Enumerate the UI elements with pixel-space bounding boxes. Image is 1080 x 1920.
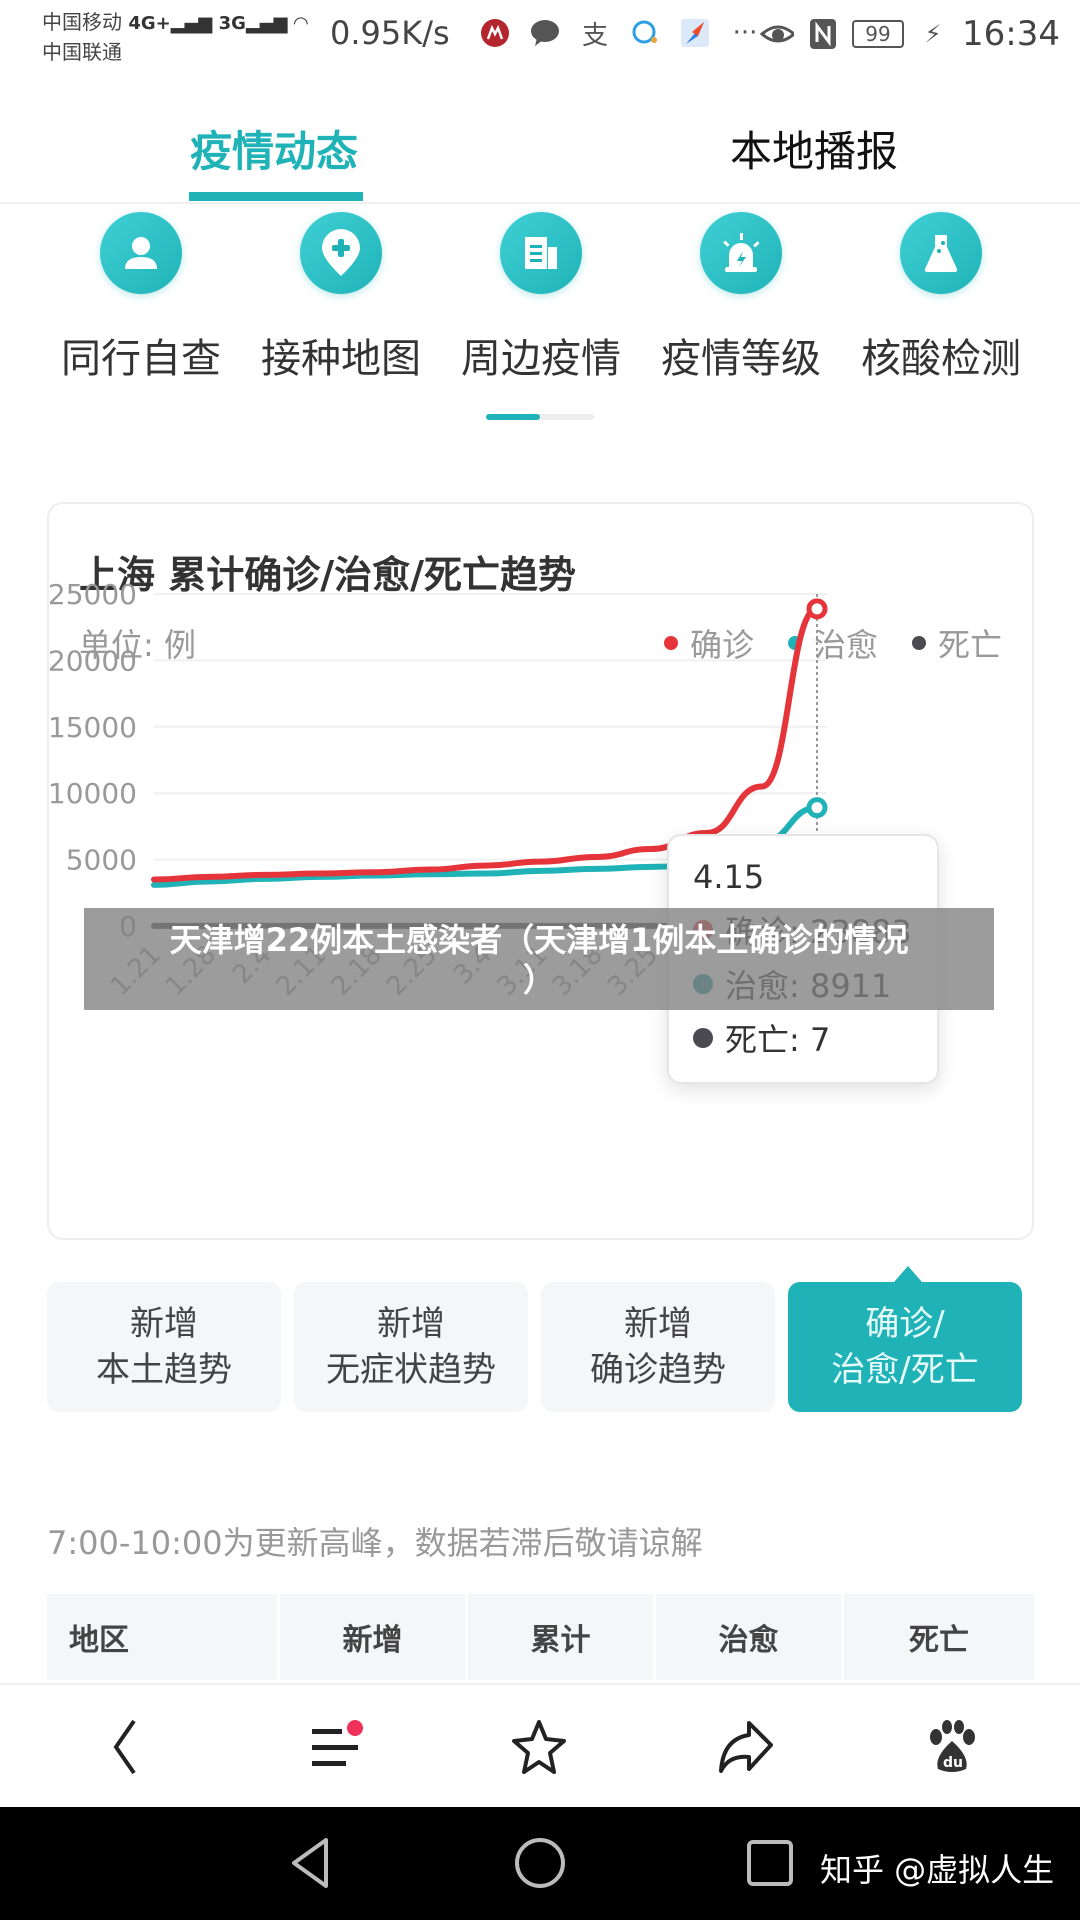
switch-confirmed-cured-death[interactable]: 确诊/ 治愈/死亡 [788,1282,1022,1412]
highlight-point [806,598,828,620]
star-icon [512,1720,566,1774]
favorite-button[interactable] [507,1715,571,1779]
trend-chart-card: 上海 累计确诊/治愈/死亡趋势 单位: 例 确诊 治愈 死亡 050001000… [47,502,1034,1240]
flask-icon [900,212,982,294]
highlight-point [806,797,828,819]
active-tab-indicator [189,192,363,201]
quick-action-travel-check[interactable]: 同行自查 [41,212,241,384]
y-tick-label: 5000 [66,844,137,877]
baidu-button[interactable]: du [920,1715,984,1779]
nfc-icon [806,17,840,51]
carrier-info: 中国移动 4G+▂▄▆ 3G▂▄▆ ◠ 中国联通 [42,8,308,66]
update-notice: 7:00-10:00为更新高峰，数据若滞后敬请谅解 [47,1524,703,1562]
switch-new-asymptomatic-trend[interactable]: 新增 无症状趋势 [294,1282,528,1412]
tooltip-row-death: 死亡: 7 [693,1018,913,1059]
column-header-region[interactable]: 地区 [47,1594,277,1680]
eye-comfort-icon [760,17,794,51]
column-header-cured[interactable]: 治愈 [656,1594,841,1680]
system-navigation-bar: 知乎 @虚拟人生 [0,1807,1080,1920]
charging-icon: ⚡ [924,20,942,48]
quick-action-label: 周边疫情 [461,336,621,382]
signal-3g-icon: 3G [218,13,246,34]
square-recents-icon [747,1840,793,1886]
status-bar: 中国移动 4G+▂▄▆ 3G▂▄▆ ◠ 中国联通 0.95K/s 支 ··· 9… [0,0,1080,74]
building-icon [500,212,582,294]
quick-action-label: 疫情等级 [661,336,821,382]
quick-action-label: 接种地图 [261,336,421,382]
map-pin-plus-icon [300,212,382,294]
quick-action-vaccine-map[interactable]: 接种地图 [241,212,441,384]
chat-bubble-icon [528,16,562,50]
system-recents-button[interactable] [738,1831,802,1895]
more-dots-icon: ··· [732,18,758,48]
back-icon [113,1719,136,1775]
signal-bars-icon: ▂▄▆ [170,13,213,34]
quick-action-label: 同行自查 [61,336,221,382]
battery-level: 99 [852,20,904,48]
back-button[interactable] [92,1715,156,1779]
alipay-icon: 支 [581,20,608,51]
triangle-back-icon [292,1838,328,1888]
quick-action-nearby-cases[interactable]: 周边疫情 [441,212,641,384]
switch-new-local-trend[interactable]: 新增 本土趋势 [47,1282,281,1412]
active-switch-caret [894,1266,922,1282]
quick-action-risk-level[interactable]: 疫情等级 [641,212,841,384]
column-header-new[interactable]: 新增 [280,1594,465,1680]
message-icon [628,16,662,50]
svg-text:du: du [943,1755,963,1771]
quick-action-label: 核酸检测 [861,336,1021,382]
page-indicator-active [486,414,540,420]
notification-badge [347,1720,363,1736]
y-tick-label: 20000 [49,644,137,677]
baidu-paw-icon: du [930,1720,975,1772]
tooltip-label: 死亡: 7 [725,1021,831,1059]
notification-icons: 支 ··· [478,16,762,51]
system-home-button[interactable] [508,1831,572,1895]
clock: 16:34 [962,14,1060,54]
column-header-total[interactable]: 累计 [468,1594,653,1680]
compass-app-icon [678,16,712,50]
share-button[interactable] [713,1715,777,1779]
tooltip-dot [693,1028,713,1048]
article-title-overlay: 天津增22例本土感染者（天津增1例本土确诊的情况 ） [84,908,994,1010]
tab-local-broadcast[interactable]: 本地播报 [730,118,898,179]
alarm-light-icon [700,212,782,294]
wifi-icon: ◠ [293,13,308,34]
page-indicator [486,414,594,420]
network-speed: 0.95K/s [330,14,450,52]
system-back-button[interactable] [278,1831,342,1895]
overlay-line-1: 天津增22例本土感染者（天津增1例本土确诊的情况 [169,921,909,959]
y-tick-label: 10000 [49,777,137,810]
carrier-2: 中国联通 [42,40,122,64]
quick-action-nucleic-test[interactable]: 核酸检测 [841,212,1041,384]
signal-4g-icon: 4G+ [128,13,171,34]
system-status: 99 ⚡ 16:34 [760,14,1060,54]
circle-home-icon [515,1838,565,1888]
share-icon [719,1721,773,1773]
tab-epidemic-news[interactable]: 疫情动态 [190,118,358,179]
tooltip-date: 4.15 [693,858,765,896]
signal-bars-icon: ▂▄▆ [245,13,288,34]
y-tick-label: 15000 [49,711,137,744]
zhihu-watermark: 知乎 @虚拟人生 [820,1851,1055,1889]
main-tabs: 疫情动态 本地播报 [0,88,1080,204]
person-icon [100,212,182,294]
bank-app-icon [478,16,512,50]
carrier-1: 中国移动 [42,10,122,34]
menu-button[interactable] [302,1715,366,1779]
menu-icon [312,1720,363,1766]
column-header-death[interactable]: 死亡 [844,1594,1034,1680]
y-tick-label: 25000 [49,578,137,611]
browser-toolbar: du [0,1683,1080,1807]
region-table-header: 地区 新增 累计 治愈 死亡 [47,1594,1034,1680]
switch-new-confirmed-trend[interactable]: 新增 确诊趋势 [541,1282,775,1412]
overlay-line-2: ） [522,961,555,999]
